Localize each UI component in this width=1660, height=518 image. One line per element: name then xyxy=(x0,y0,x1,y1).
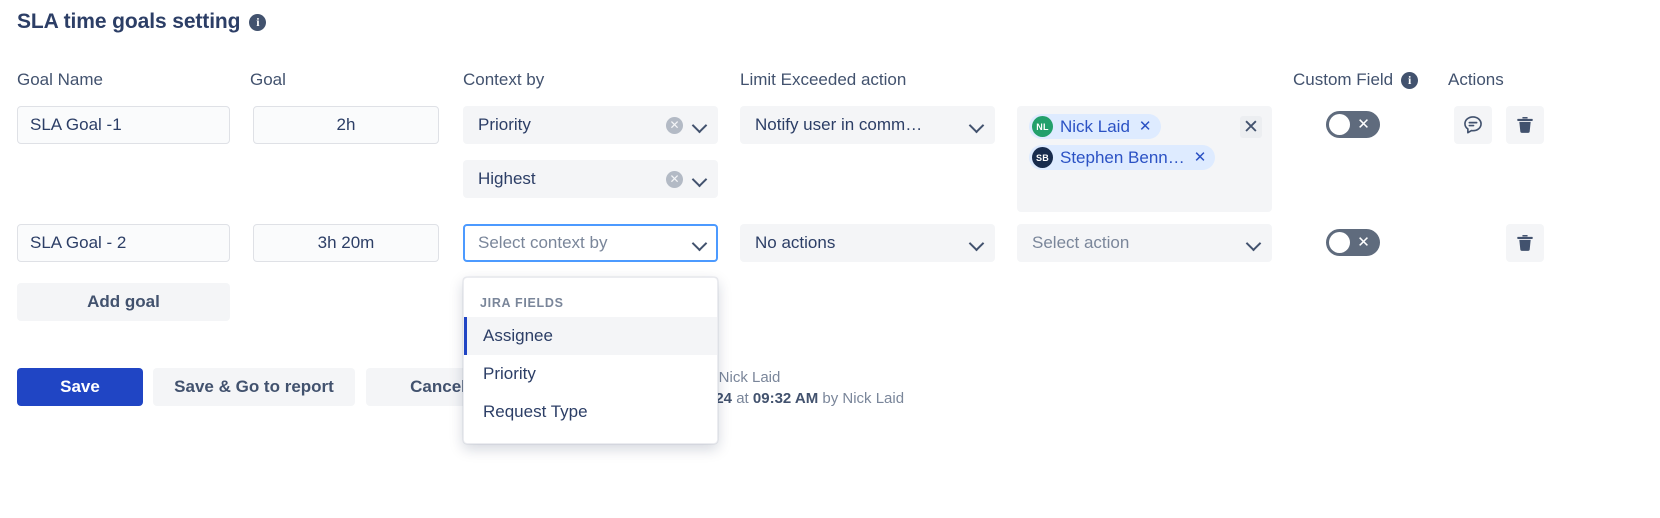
page-title: SLA time goals setting i xyxy=(17,10,266,34)
dropdown-item-request-type[interactable]: Request Type xyxy=(464,393,717,431)
save-button[interactable]: Save xyxy=(17,368,143,406)
remove-user-icon[interactable]: ✕ xyxy=(1194,150,1207,165)
chevron-down-icon xyxy=(1247,236,1261,250)
delete-button-row-1[interactable] xyxy=(1506,106,1544,144)
context-by-select-row-2[interactable]: Select context by xyxy=(463,224,718,262)
context-by-select-row-1-value[interactable]: Highest ✕ xyxy=(463,160,718,198)
column-header-context-by: Context by xyxy=(463,70,544,90)
chevron-down-icon xyxy=(693,172,707,186)
sla-time-goals-page: SLA time goals setting i Goal Name Goal … xyxy=(0,0,1660,518)
custom-field-toggle-row-2[interactable]: ✕ xyxy=(1326,229,1380,256)
limit-exceeded-action-value-row-2: No actions xyxy=(755,233,970,253)
custom-field-toggle-row-1[interactable]: ✕ xyxy=(1326,111,1380,138)
toggle-off-icon: ✕ xyxy=(1350,117,1380,132)
info-icon[interactable]: i xyxy=(249,14,266,31)
audit-updated-by: by Nick Laid xyxy=(818,390,904,407)
comment-icon xyxy=(1462,114,1484,136)
limit-exceeded-action-value-row-1: Notify user in comm… xyxy=(755,115,970,135)
user-tag[interactable]: NL Nick Laid ✕ xyxy=(1029,114,1161,139)
goal-duration-input-row-2[interactable]: 3h 20m xyxy=(253,224,439,262)
custom-field-info-icon[interactable]: i xyxy=(1401,72,1418,89)
context-by-select-row-1-primary[interactable]: Priority ✕ xyxy=(463,106,718,144)
trash-icon xyxy=(1514,232,1536,254)
add-goal-button[interactable]: Add goal xyxy=(17,283,230,321)
user-tag-label: Nick Laid xyxy=(1060,117,1130,137)
remove-user-icon[interactable]: ✕ xyxy=(1139,119,1152,134)
clear-icon[interactable]: ✕ xyxy=(666,171,683,188)
toggle-off-icon: ✕ xyxy=(1350,235,1380,250)
chevron-down-icon xyxy=(693,118,707,132)
goal-duration-input-row-1[interactable]: 2h xyxy=(253,106,439,144)
audit-updated-text: 024 at 09:32 AM by Nick Laid xyxy=(707,390,904,407)
action-placeholder-row-2: Select action xyxy=(1032,233,1247,253)
audit-created-text: y Nick Laid xyxy=(707,369,780,386)
audit-updated-time: 09:32 AM xyxy=(753,390,818,407)
context-by-value-row-1-primary: Priority xyxy=(478,115,666,135)
action-users-select-row-2[interactable]: Select action xyxy=(1017,224,1272,262)
limit-exceeded-action-select-row-1[interactable]: Notify user in comm… xyxy=(740,106,995,144)
column-header-goal-name: Goal Name xyxy=(17,70,103,90)
context-by-value-row-1-value: Highest xyxy=(478,169,666,189)
clear-all-users-icon[interactable]: ✕ xyxy=(1240,116,1262,138)
context-by-dropdown-menu: JIRA FIELDS Assignee Priority Request Ty… xyxy=(463,277,718,444)
audit-created-by: y Nick Laid xyxy=(707,369,780,386)
trash-icon xyxy=(1514,114,1536,136)
clear-icon[interactable]: ✕ xyxy=(666,117,683,134)
column-header-custom-field: Custom Field i xyxy=(1293,70,1418,90)
toggle-knob xyxy=(1329,232,1350,253)
chevron-down-icon xyxy=(970,236,984,250)
user-tag-list: NL Nick Laid ✕ SB Stephen Benn… ✕ xyxy=(1029,114,1215,170)
column-header-custom-field-label: Custom Field xyxy=(1293,70,1393,90)
column-header-goal: Goal xyxy=(250,70,286,90)
limit-exceeded-action-select-row-2[interactable]: No actions xyxy=(740,224,995,262)
column-header-limit-action: Limit Exceeded action xyxy=(740,70,906,90)
toggle-knob xyxy=(1329,114,1350,135)
column-header-actions: Actions xyxy=(1448,70,1504,90)
user-tag-label: Stephen Benn… xyxy=(1060,148,1185,168)
delete-button-row-2[interactable] xyxy=(1506,224,1544,262)
user-tag[interactable]: SB Stephen Benn… ✕ xyxy=(1029,145,1215,170)
goal-name-input-row-2[interactable]: SLA Goal - 2 xyxy=(17,224,230,262)
page-title-text: SLA time goals setting xyxy=(17,10,240,34)
comment-action-button-row-1[interactable] xyxy=(1454,106,1492,144)
chevron-down-icon xyxy=(970,118,984,132)
dropdown-group-label: JIRA FIELDS xyxy=(464,287,717,317)
avatar: NL xyxy=(1032,116,1053,137)
save-and-go-to-report-button[interactable]: Save & Go to report xyxy=(153,368,355,406)
dropdown-item-priority[interactable]: Priority xyxy=(464,355,717,393)
avatar: SB xyxy=(1032,147,1053,168)
dropdown-item-assignee[interactable]: Assignee xyxy=(464,317,717,355)
audit-updated-at: at xyxy=(732,390,753,407)
action-users-multiselect-row-1[interactable]: NL Nick Laid ✕ SB Stephen Benn… ✕ ✕ xyxy=(1017,106,1272,212)
chevron-down-icon xyxy=(693,236,707,250)
goal-name-input-row-1[interactable]: SLA Goal -1 xyxy=(17,106,230,144)
context-by-placeholder-row-2: Select context by xyxy=(478,233,693,253)
